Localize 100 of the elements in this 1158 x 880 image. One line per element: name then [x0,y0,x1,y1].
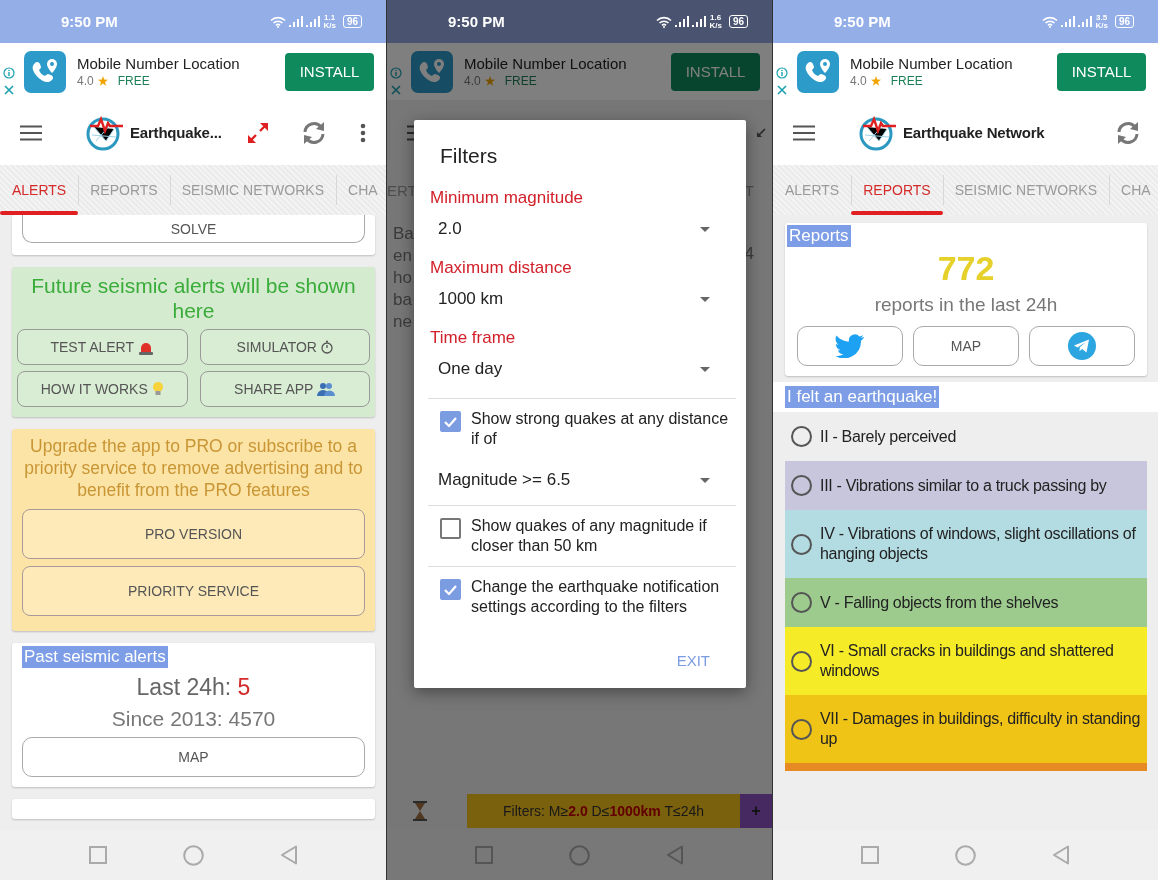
text-fragment: Ba [393,223,414,245]
twitter-button[interactable] [797,326,903,366]
caret-icon [700,226,710,232]
radio-button[interactable] [791,592,812,613]
paper-plane-icon [1068,332,1096,360]
clock-time: 9:50 PM [448,13,505,30]
close-icon[interactable] [4,84,14,95]
wifi-icon [1042,15,1059,28]
signal-icon [1061,16,1076,27]
intensity-option[interactable]: VI - Small cracks in buildings and shattered windows [785,627,1147,695]
map-button[interactable]: MAP [22,737,365,777]
signal-icon [289,16,304,27]
menu-icon[interactable] [20,124,42,141]
intensity-option[interactable]: IV - Vibrations of windows, slight oscillations of hanging objects [785,510,1147,578]
back-icon[interactable] [1052,845,1070,865]
square-icon[interactable] [861,846,879,864]
intensity-label: II - Barely perceived [820,426,956,447]
logo-icon [86,114,124,151]
section-title: Reports [787,225,851,247]
check-icon [444,416,457,427]
home-icon[interactable] [569,844,590,866]
upgrade-button[interactable]: PRO VERSION [22,509,365,559]
star-icon [870,76,881,86]
field-label: Time frame [430,328,517,348]
back-icon[interactable] [666,845,684,865]
square-icon[interactable] [88,846,107,864]
wifi-icon [656,15,673,28]
price: FREE [504,74,537,88]
dropdown[interactable]: 2.0 [428,208,736,250]
intensity-label: VI - Small cracks in buildings and shattered windows [820,641,1115,681]
checkbox-label: Show strong quakes at any distance if of [471,409,730,449]
text-fragment: ba [393,289,413,311]
checkbox[interactable] [440,579,461,600]
install-button[interactable]: INSTALL [1057,52,1146,91]
dropdown[interactable]: Magnitude >= 6.5 [428,459,736,501]
telegram-button[interactable] [1029,326,1135,366]
dropdown[interactable]: 1000 km [428,278,736,320]
info-icon[interactable] [3,66,15,79]
close-icon[interactable] [391,84,401,95]
network-speed: 3.5 K/s [1095,13,1108,30]
battery-level: 96 [1114,15,1134,28]
app-title: Earthquake Network [903,124,1045,141]
refresh-icon[interactable] [301,119,327,146]
checkbox[interactable] [440,518,461,539]
refresh-icon[interactable] [1115,119,1141,146]
ad-title: Mobile Number Location [464,55,628,72]
home-icon[interactable] [182,844,204,866]
intensity-label: V - Falling objects from the shelves [820,592,1059,613]
rating: 4.0 [850,74,867,88]
section-title: Past seismic alerts [22,646,168,668]
info-icon[interactable] [390,66,402,79]
radio-button[interactable] [791,650,812,672]
install-button[interactable]: INSTALL [285,52,374,91]
app-icon[interactable] [411,50,453,93]
radio-button[interactable] [791,533,812,555]
tab[interactable]: ALERTS [0,165,79,215]
back-icon[interactable] [279,845,298,865]
app-icon[interactable] [797,50,839,93]
radio-button[interactable] [791,426,812,447]
action-button[interactable]: SHARE APP [199,371,370,407]
caret-icon [700,477,710,483]
alerts-message: Future seismic alerts will be shown here [30,273,357,323]
dropdown[interactable]: One day [428,348,736,390]
radio-button[interactable] [791,718,812,740]
action-button[interactable]: HOW IT WORKS [17,371,188,407]
signal-icon [306,16,321,27]
square-icon[interactable] [475,846,493,864]
dialog-title: Filters [440,144,499,168]
upgrade-button[interactable]: PRIORITY SERVICE [22,566,365,616]
action-button[interactable]: TEST ALERT [17,329,188,365]
clock-time: 9:50 PM [834,13,891,30]
signal-icon [692,16,707,27]
app-icon[interactable] [24,50,66,93]
caret-icon [700,366,710,372]
signal-icon [1078,16,1093,27]
hourglass-icon [413,801,427,821]
star-icon [484,76,495,86]
radio-button[interactable] [791,475,812,496]
since-count: Since 2013: 4570 [110,707,277,731]
close-icon[interactable] [777,84,787,95]
arrow-icon[interactable] [756,127,766,138]
ad-title: Mobile Number Location [850,55,1014,72]
bird-icon [835,334,865,358]
rating: 4.0 [464,74,481,88]
network-speed: 1.6 K/s [709,13,722,30]
home-icon[interactable] [955,844,976,866]
check-icon [444,584,457,595]
intensity-option[interactable]: III - Vibrations similar to a truck passing by [785,461,1147,510]
solve-button[interactable]: SOLVE [22,215,365,243]
section-title: I felt an earthquake! [785,386,940,408]
info-icon[interactable] [776,66,788,79]
battery-level: 96 [342,15,362,28]
checkbox[interactable] [440,411,461,432]
map-button[interactable]: MAP [913,326,1019,366]
action-button[interactable]: SIMULATOR [199,329,370,365]
intensity-option[interactable]: V - Falling objects from the shelves [785,578,1147,627]
menu-icon[interactable] [793,124,815,141]
intensity-option[interactable]: VII - Damages in buildings, difficulty in standing up [785,695,1147,763]
expand-icon[interactable] [247,121,269,144]
more-icon[interactable] [360,122,366,143]
